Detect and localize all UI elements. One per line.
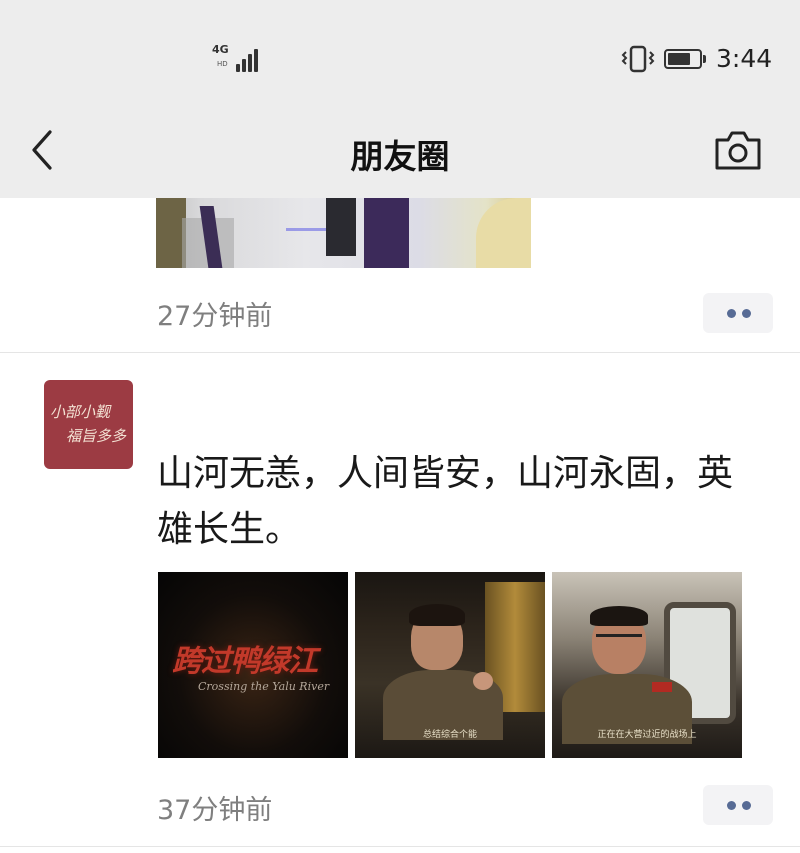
- image-title-text: 跨过鸭绿江: [172, 644, 318, 679]
- camera-icon[interactable]: [712, 126, 764, 174]
- nav-bar: 朋友圈: [0, 110, 800, 198]
- moments-feed[interactable]: 27分钟前 小部小觐 福旨多多 山河无恙，人间皆安，山河永固，英雄长生。 跨过鸭…: [0, 198, 800, 853]
- network-sub: HD: [217, 60, 228, 68]
- more-actions-button[interactable]: [703, 785, 773, 825]
- network-type: 4G: [212, 43, 229, 56]
- avatar-text-line1: 小部小觐: [50, 403, 111, 421]
- post-time: 27分钟前: [157, 301, 273, 332]
- avatar-text-line2: 福旨多多: [66, 427, 127, 445]
- divider: [0, 352, 800, 353]
- image-caption: 总结综合个能: [422, 730, 477, 740]
- page-title: 朋友圈: [350, 137, 450, 176]
- more-actions-button[interactable]: [703, 293, 773, 333]
- avatar[interactable]: 小部小觐 福旨多多: [44, 380, 133, 469]
- battery-tip: [703, 55, 706, 63]
- post-image[interactable]: 总结综合个能: [355, 572, 545, 758]
- image-subtitle-text: Crossing the Yalu River: [198, 680, 330, 693]
- image-caption: 正在在大营过近的战场上: [597, 730, 697, 740]
- clock: 3:44: [716, 44, 773, 73]
- divider: [0, 846, 800, 847]
- network-indicator: 4G HD: [212, 44, 262, 74]
- post-image[interactable]: 跨过鸭绿江 Crossing the Yalu River: [158, 572, 348, 758]
- vibrate-icon: [620, 45, 656, 73]
- signal-bars-icon: [236, 48, 266, 72]
- battery-icon: [664, 49, 702, 69]
- post-time: 37分钟前: [157, 795, 273, 826]
- post-image[interactable]: 正在在大营过近的战场上: [552, 572, 742, 758]
- post-image[interactable]: [156, 198, 531, 268]
- post-text: 山河无恙，人间皆安，山河永固，英雄长生。: [157, 453, 734, 550]
- status-bar: 4G HD 3:44: [0, 0, 800, 110]
